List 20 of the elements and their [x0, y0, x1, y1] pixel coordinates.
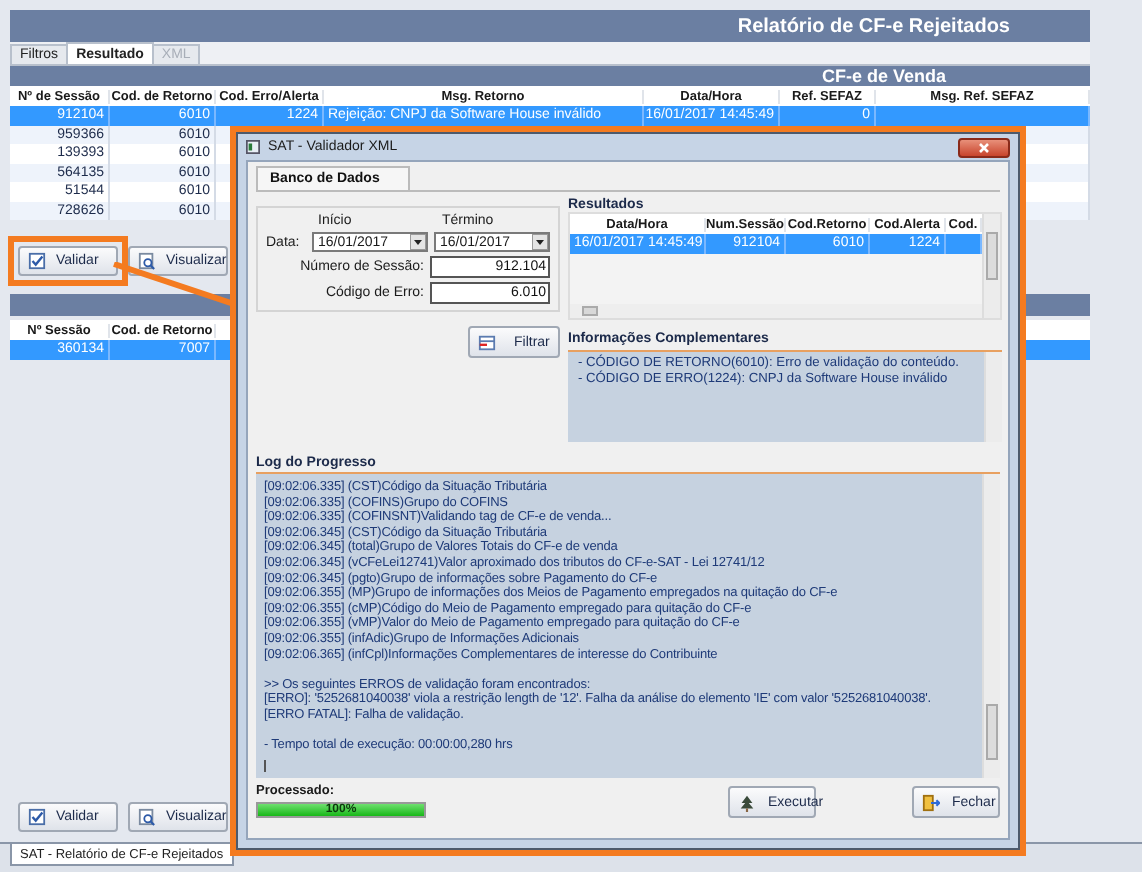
text-cursor: [264, 760, 266, 772]
exit-door-icon: [922, 793, 940, 811]
magnifier-icon: [138, 808, 156, 826]
window-title: Relatório de CF-e Rejeitados: [737, 15, 1010, 37]
app-icon: [246, 140, 260, 154]
dropdown-icon: [410, 234, 426, 250]
section-title: CF-e de Venda: [821, 66, 946, 86]
close-icon: [976, 141, 992, 153]
checkbox-icon: [28, 252, 46, 270]
vertical-scrollbar[interactable]: [982, 214, 1000, 318]
magnifier-icon: [138, 252, 156, 270]
checkbox-icon: [28, 808, 46, 826]
close-button[interactable]: [958, 137, 1010, 157]
horizontal-scrollbar[interactable]: [570, 304, 982, 318]
vertical-scrollbar[interactable]: [984, 352, 1002, 442]
tree-icon: [738, 793, 756, 811]
dropdown-icon: [532, 234, 548, 250]
vertical-scrollbar[interactable]: [982, 474, 1000, 778]
filter-icon: [478, 333, 496, 351]
log-text-area[interactable]: [256, 472, 1000, 778]
